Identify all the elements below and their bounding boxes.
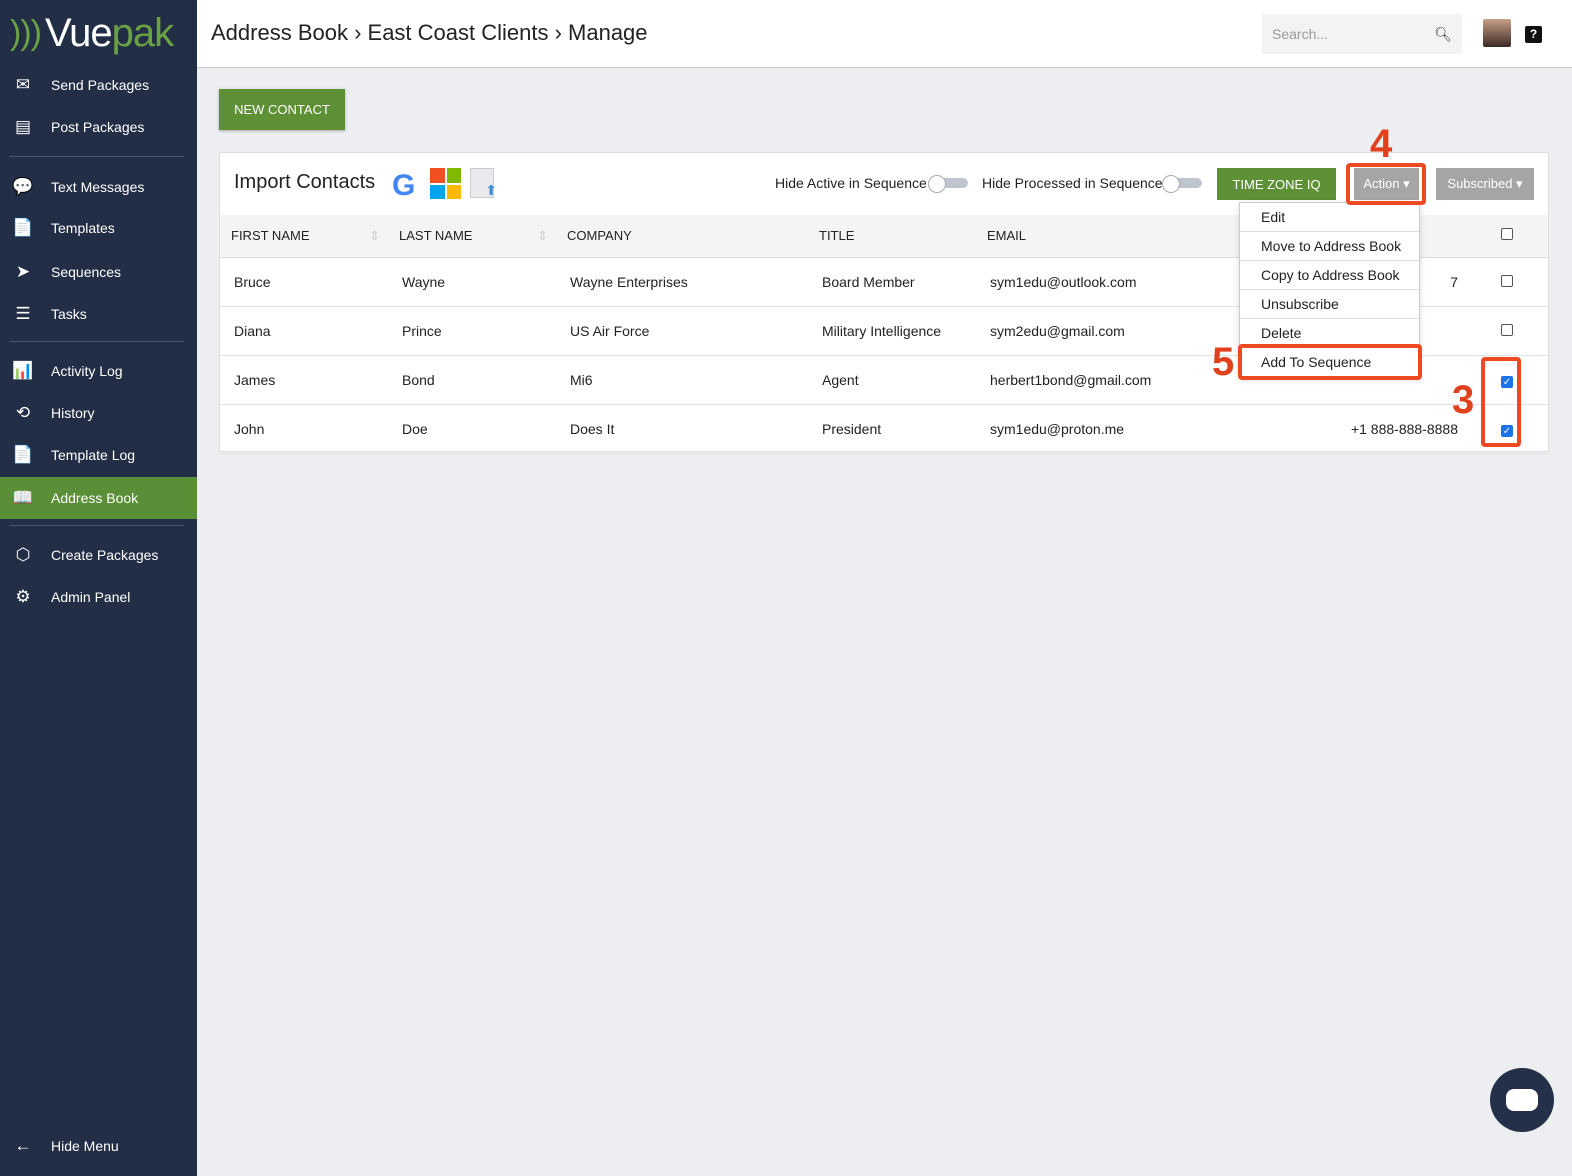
sidebar-item-activity-log[interactable]: 📊 Activity Log [0,350,197,392]
file-upload-icon[interactable]: ⬆ [470,168,497,198]
template-log-icon: 📄 [12,445,34,464]
cell-email: sym1edu@outlook.com [976,257,1276,307]
select-all-checkbox[interactable] [1466,215,1548,258]
menu-item-copy-to-address-book[interactable]: Copy to Address Book [1240,261,1419,290]
new-contact-button[interactable]: NEW CONTACT [219,89,345,130]
sidebar-item-create-packages[interactable]: ⬡ Create Packages [0,534,197,576]
sidebar-item-sequences[interactable]: ➤ Sequences [0,251,197,293]
sidebar-divider [10,525,184,526]
menu-item-edit[interactable]: Edit [1240,203,1419,232]
sidebar-item-tasks[interactable]: ☰ Tasks [0,293,197,335]
sidebar-item-post-packages[interactable]: ▤ Post Packages [0,106,197,148]
cell-first-name: Diana [220,306,388,356]
row-checkbox[interactable] [1466,257,1548,307]
sidebar: ))) Vue pak ✉ Send Packages ▤ Post Packages 💬 T… [0,0,197,1176]
templates-icon: 📄 [12,218,34,237]
create-packages-icon: ⬡ [15,545,31,564]
cell-first-name: James [220,355,388,405]
arrow-left-icon: ← [14,1136,32,1155]
import-contacts-label: Import Contacts [234,171,376,193]
chat-icon [1506,1089,1538,1111]
sidebar-item-send-packages[interactable]: ✉ Send Packages [0,64,197,106]
sidebar-item-admin-panel[interactable]: ⚙ Admin Panel [0,576,197,618]
cell-title: Agent [808,355,976,405]
sidebar-item-text-messages[interactable]: 💬 Text Messages [0,166,197,208]
search-icon: 🔍︎ [1434,25,1452,42]
tasks-icon: ☰ [15,304,31,323]
annotation-number-3: 3 [1452,378,1475,422]
cell-title: Board Member [808,257,976,307]
cell-company: US Air Force [556,306,808,356]
sequences-icon: ➤ [15,262,31,281]
hide-processed-label: Hide Processed in Sequence [982,175,1163,191]
google-import-icon[interactable]: G [392,169,415,203]
annotation-highlight-action [1346,163,1426,205]
chat-button[interactable] [1490,1068,1554,1132]
post-packages-icon: ▤ [14,117,32,136]
activity-log-icon: 📊 [12,361,34,380]
cell-first-name: Bruce [220,257,388,307]
sidebar-item-address-book[interactable]: 📖 Address Book [0,477,197,519]
cell-last-name: Wayne [388,257,556,307]
annotation-number-5: 5 [1212,340,1235,384]
menu-item-unsubscribe[interactable]: Unsubscribe [1240,290,1419,319]
cell-last-name: Doe [388,404,556,454]
header-email[interactable]: EMAIL [976,215,1276,258]
time-zone-iq-button[interactable]: TIME ZONE IQ [1217,168,1336,200]
top-bar: Address Book › East Coast Clients › Mana… [197,0,1572,68]
sidebar-divider [10,341,184,342]
sidebar-item-templates[interactable]: 📄 Templates [0,207,197,249]
cell-first-name: John [220,404,388,454]
hide-processed-toggle[interactable] [1162,175,1202,193]
avatar[interactable] [1483,19,1511,47]
cell-title: Military Intelligence [808,306,976,356]
menu-item-move-to-address-book[interactable]: Move to Address Book [1240,232,1419,261]
header-title[interactable]: TITLE [808,215,976,258]
send-packages-icon: ✉ [15,75,31,94]
microsoft-import-icon[interactable] [430,168,461,199]
cell-last-name: Prince [388,306,556,356]
sidebar-divider [10,156,184,157]
hide-active-toggle[interactable] [928,175,968,193]
text-messages-icon: 💬 [12,177,34,196]
cell-last-name: Bond [388,355,556,405]
row-checkbox[interactable] [1466,306,1548,356]
annotation-number-4: 4 [1370,122,1393,166]
cell-company: Wayne Enterprises [556,257,808,307]
sidebar-item-template-log[interactable]: 📄 Template Log [0,434,197,476]
cell-phone: +1 888-888-8888 [1276,404,1466,454]
annotation-highlight-add-to-sequence [1238,344,1422,380]
help-icon[interactable]: ? [1525,26,1542,43]
annotation-highlight-checkboxes [1481,357,1521,447]
hide-active-label: Hide Active in Sequence [775,175,927,191]
header-last-name[interactable]: LAST NAME ⇕ [388,215,556,258]
cell-email: sym1edu@proton.me [976,404,1276,454]
address-book-icon: 📖 [12,488,34,507]
breadcrumb[interactable]: Address Book › East Coast Clients › Mana… [211,20,648,46]
sidebar-item-history[interactable]: ⟲ History [0,392,197,434]
subscribed-dropdown-button[interactable]: Subscribed ▾ [1436,168,1534,200]
table-row[interactable]: John Doe Does It President sym1edu@proto… [220,404,1548,454]
cell-company: Mi6 [556,355,808,405]
search-input[interactable]: Search... 🔍︎ [1262,14,1462,54]
cell-company: Does It [556,404,808,454]
admin-panel-icon: ⚙ [15,587,31,606]
hide-menu-button[interactable]: ← Hide Menu [0,1125,197,1167]
header-company[interactable]: COMPANY [556,215,808,258]
header-first-name[interactable]: FIRST NAME ⇕ [220,215,388,258]
history-icon: ⟲ [15,403,31,422]
cell-title: President [808,404,976,454]
vuepak-logo[interactable]: ))) Vue pak [10,8,174,58]
